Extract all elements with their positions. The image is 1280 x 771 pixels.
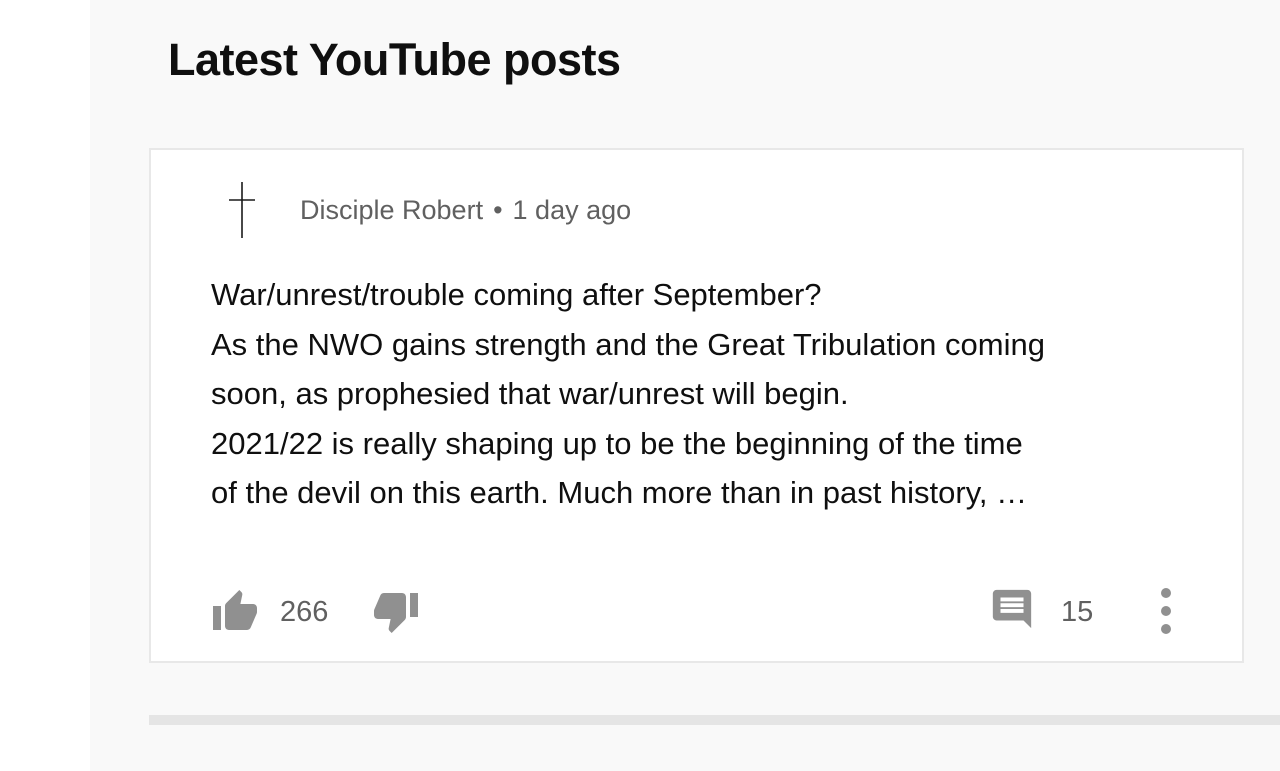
more-vert-icon xyxy=(1161,588,1171,634)
dislike-button[interactable] xyxy=(372,587,420,635)
comment-button[interactable] xyxy=(989,586,1035,632)
post-line: of the devil on this earth. Much more th… xyxy=(211,475,1028,510)
left-margin xyxy=(0,0,90,771)
post-line: 2021/22 is really shaping up to be the b… xyxy=(211,425,1023,461)
post-action-bar: 266 15 xyxy=(151,582,1242,638)
more-options-button[interactable] xyxy=(1151,586,1181,636)
post-line: As the NWO gains strength and the Great … xyxy=(211,326,1045,362)
like-button[interactable] xyxy=(211,588,259,636)
comment-count: 15 xyxy=(1061,596,1094,628)
post-line: soon, as prophesied that war/unrest will… xyxy=(211,376,849,411)
like-count: 266 xyxy=(280,596,329,628)
section-divider xyxy=(149,715,1280,725)
author-name[interactable]: Disciple Robert xyxy=(300,195,483,225)
post-card[interactable]: Disciple Robert • 1 day ago War/unrest/tro… xyxy=(149,148,1244,663)
meta-separator: • xyxy=(493,195,503,225)
post-line: War/unrest/trouble coming after Septembe… xyxy=(211,277,822,312)
post-time[interactable]: 1 day ago xyxy=(513,195,632,225)
thumb-up-icon xyxy=(213,590,257,630)
section-title: Latest YouTube posts xyxy=(168,34,621,85)
cross-icon[interactable] xyxy=(227,180,257,240)
post-meta: Disciple Robert • 1 day ago xyxy=(300,192,631,228)
post-body[interactable]: War/unrest/trouble coming after Septembe… xyxy=(211,270,1211,518)
comment-icon xyxy=(992,589,1032,629)
thumb-down-icon xyxy=(374,593,418,633)
